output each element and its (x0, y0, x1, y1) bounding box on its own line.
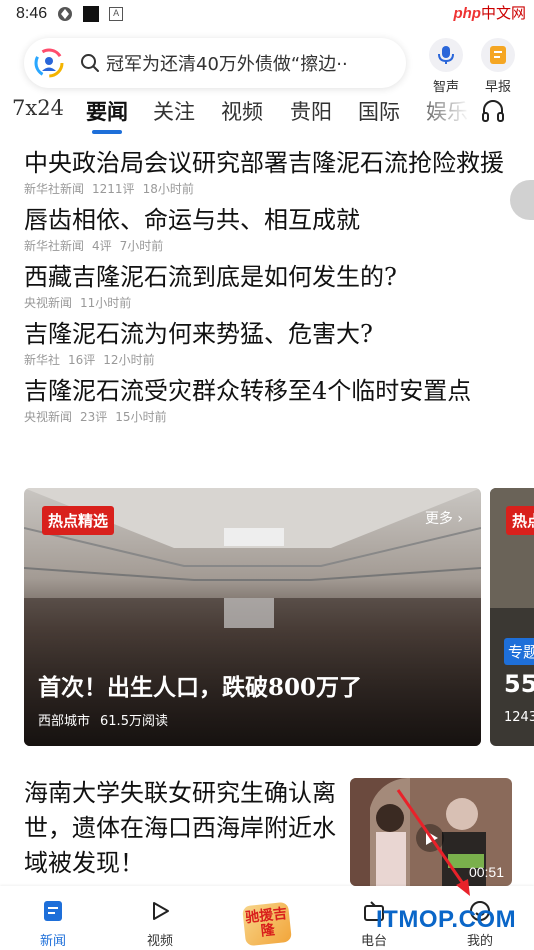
topic-tag: 专题 (504, 638, 534, 665)
tab-7x24[interactable]: 7x24 (12, 96, 64, 120)
play-icon (153, 902, 169, 920)
nav-video[interactable]: 视频 (130, 900, 190, 949)
tab-guoji[interactable]: 国际 (358, 96, 400, 126)
next-card-title: 55 (504, 670, 534, 698)
watermark-itmop: ITMOP.COM (376, 906, 517, 933)
nav-news-label: 新闻 (39, 934, 66, 949)
microphone-icon (429, 38, 463, 72)
a-notification-icon: A (109, 7, 124, 21)
center-logo-text: 驰援吉隆 (244, 905, 288, 940)
news-meta: 新华社新闻 1211评 18小时前 (24, 182, 194, 196)
search-icon (81, 54, 99, 72)
news-title: 西藏吉隆泥石流到底是如何发生的? (24, 263, 397, 291)
news-icon (44, 901, 62, 921)
tab-guanzhu[interactable]: 关注 (153, 96, 195, 126)
active-tab-indicator (92, 130, 122, 134)
hot-badge: 热点精选 (42, 506, 115, 535)
morning-news-label: 早报 (484, 80, 511, 95)
news-meta: 新华社新闻 4评 7小时前 (24, 239, 164, 253)
next-card-badge: 热点 (506, 506, 534, 535)
news-list: 中央政治局会议研究部署吉隆泥石流抢险救援 新华社新闻 1211评 18小时前 唇齿相… (24, 146, 514, 431)
news-title: 吉隆泥石流受灾群众转移至4个临时安置点 (24, 377, 472, 405)
news-meta: 央视新闻 11小时前 (24, 296, 132, 310)
next-hot-card[interactable]: 热点 专题 55 1243 (490, 488, 534, 746)
channel-tabs: 7x24 要闻 关注 视频 贵阳 国际 娱乐 (0, 96, 534, 140)
notification-icon (58, 7, 73, 21)
feature-article[interactable]: 海南大学失联女研究生确认离世，遗体在海口西海岸附近水域被发现！ (24, 776, 340, 881)
video-duration: 00:51 (468, 864, 504, 880)
news-item[interactable]: 吉隆泥石流受灾群众转移至4个临时安置点 央视新闻 23评 15小时前 (24, 374, 514, 425)
news-item[interactable]: 西藏吉隆泥石流到底是如何发生的? 央视新闻 11小时前 (24, 260, 514, 311)
newspaper-icon (481, 38, 515, 72)
nav-news[interactable]: 新闻 (23, 900, 83, 949)
watermark-php: php中文网 (453, 5, 526, 22)
news-meta: 央视新闻 23评 15小时前 (24, 410, 167, 424)
tabs-fade (410, 96, 470, 132)
tab-shipin[interactable]: 视频 (221, 96, 263, 126)
headphones-icon[interactable] (480, 98, 506, 124)
zhisheng-label: 智声 (432, 80, 459, 95)
search-row: 冠军为还清40万外债做“擦边·· 智声 早报 (0, 34, 534, 95)
hot-card-title: 首次！出生人口，跌破800万了 (38, 674, 363, 701)
news-item[interactable]: 吉隆泥石流为何来势猛、危害大? 新华社 16评 12小时前 (24, 317, 514, 368)
news-title: 吉隆泥石流为何来势猛、危害大? (24, 320, 373, 348)
news-title: 中央政治局会议研究部署吉隆泥石流抢险救援 (24, 149, 504, 177)
search-placeholder: 冠军为还清40万外债做“擦边·· (106, 54, 348, 75)
nav-video-label: 视频 (146, 934, 173, 949)
tab-guiyang[interactable]: 贵阳 (290, 96, 332, 126)
news-meta: 新华社 16评 12小时前 (24, 353, 155, 367)
search-bar[interactable]: 冠军为还清40万外债做“擦边·· (24, 38, 406, 88)
app-logo-icon[interactable] (34, 48, 64, 78)
next-card-meta: 1243 (504, 710, 534, 725)
tab-yaowen[interactable]: 要闻 (86, 96, 128, 126)
status-time: 8:46 (16, 5, 48, 22)
app-notification-icon (83, 6, 100, 22)
hot-topic-card[interactable]: 热点精选 更多 › 首次！出生人口，跌破800万了 西部城市 61.5万阅读 (24, 488, 481, 746)
news-title: 唇齿相依、命运与共、相互成就 (24, 206, 360, 234)
news-item[interactable]: 中央政治局会议研究部署吉隆泥石流抢险救援 新华社新闻 1211评 18小时前 (24, 146, 514, 197)
zhisheng-button[interactable]: 智声 (418, 38, 474, 95)
morning-news-button[interactable]: 早报 (470, 38, 526, 95)
hot-card-meta: 西部城市 61.5万阅读 (38, 714, 168, 729)
news-item[interactable]: 唇齿相依、命运与共、相互成就 新华社新闻 4评 7小时前 (24, 203, 514, 254)
center-campaign-button[interactable]: 驰援吉隆 (242, 901, 292, 947)
more-link[interactable]: 更多 › (425, 508, 463, 528)
feature-title: 海南大学失联女研究生确认离世，遗体在海口西海岸附近水域被发现！ (24, 779, 336, 877)
feature-video-thumbnail[interactable]: 00:51 (350, 778, 512, 886)
